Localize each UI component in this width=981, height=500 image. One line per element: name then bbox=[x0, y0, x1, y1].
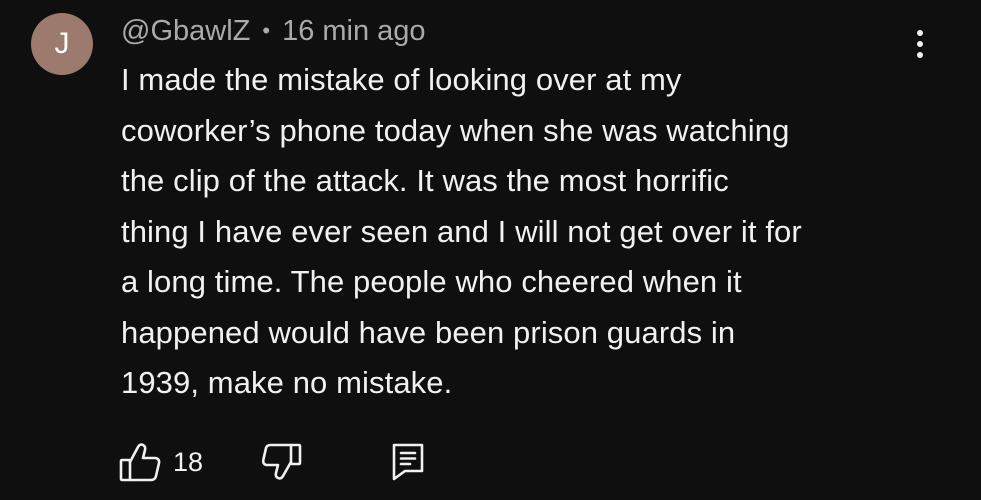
reply-button[interactable] bbox=[391, 442, 425, 482]
comment-actions: 18 bbox=[119, 440, 425, 484]
avatar[interactable]: J bbox=[31, 13, 93, 75]
separator-dot: • bbox=[262, 18, 271, 43]
more-vertical-icon bbox=[917, 30, 923, 36]
like-count: 18 bbox=[173, 446, 204, 477]
comment-timestamp: 16 min ago bbox=[282, 15, 426, 47]
thumbs-down-icon bbox=[262, 443, 302, 481]
comment-text: I made the mistake of looking over at my… bbox=[121, 62, 802, 400]
comment-reply-icon bbox=[391, 442, 425, 482]
author-handle[interactable]: @GbawlZ bbox=[121, 14, 250, 48]
comment-header: @GbawlZ • 16 min ago bbox=[121, 14, 426, 48]
dislike-button[interactable] bbox=[262, 443, 302, 481]
comment: J @GbawlZ • 16 min ago I made the mistak… bbox=[0, 0, 981, 500]
avatar-letter: J bbox=[54, 27, 70, 60]
like-button[interactable]: 18 bbox=[119, 442, 203, 482]
thumbs-up-icon bbox=[119, 442, 161, 482]
